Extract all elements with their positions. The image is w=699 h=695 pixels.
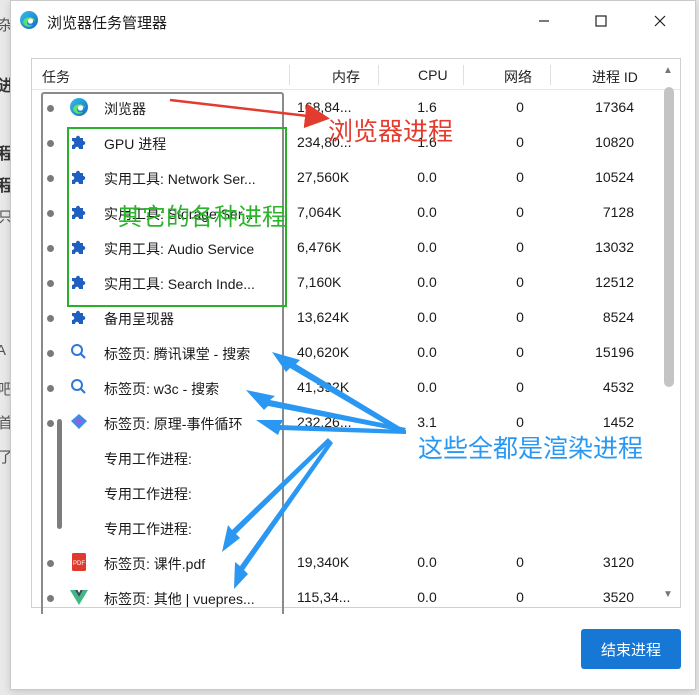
row-network: 0 <box>516 309 524 325</box>
row-cpu: 0.0 <box>417 344 437 360</box>
bg-fragment: A <box>0 342 7 359</box>
row-memory: 40,620K <box>297 344 350 360</box>
row-pid: 7128 <box>602 204 634 220</box>
scroll-down-icon[interactable]: ▼ <box>663 589 673 600</box>
row-pid: 12512 <box>595 274 634 290</box>
row-pid: 10524 <box>595 169 634 185</box>
row-cpu: 0.0 <box>417 589 437 605</box>
row-network: 0 <box>516 239 524 255</box>
row-network: 0 <box>516 344 524 360</box>
row-network: 0 <box>516 274 524 290</box>
row-cpu: 0.0 <box>417 554 437 570</box>
row-pid: 13032 <box>595 239 634 255</box>
row-network: 0 <box>516 554 524 570</box>
row-memory: 41,392K <box>297 379 350 395</box>
row-cpu: 0.0 <box>417 239 437 255</box>
row-network: 0 <box>516 204 524 220</box>
row-network: 0 <box>516 589 524 605</box>
row-pid: 1452 <box>602 414 634 430</box>
title-bar[interactable]: 浏览器任务管理器 <box>11 1 695 41</box>
minimize-button[interactable] <box>529 9 559 33</box>
end-process-button[interactable]: 结束进程 <box>581 629 681 669</box>
row-memory: 27,560K <box>297 169 350 185</box>
column-header-memory[interactable]: 内存 <box>332 67 360 87</box>
row-network: 0 <box>516 414 524 430</box>
row-memory: 232,26... <box>297 414 352 430</box>
annotation-render-processes: 这些全都是渲染进程 <box>418 435 644 463</box>
row-memory: 115,34... <box>297 589 351 605</box>
row-pid: 3120 <box>602 554 634 570</box>
column-divider[interactable] <box>463 65 464 85</box>
column-header-task[interactable]: 任务 <box>42 67 70 87</box>
annotation-other-processes: 其它的各种进程 <box>118 204 286 231</box>
row-cpu: 0.0 <box>417 169 437 185</box>
annotation-browser-process: 浏览器进程 <box>328 118 454 146</box>
row-pid: 10820 <box>595 134 634 150</box>
row-memory: 7,064K <box>297 204 342 220</box>
row-memory: 19,340K <box>297 554 350 570</box>
column-header-pid[interactable]: 进程 ID <box>592 67 638 87</box>
vertical-scrollbar[interactable]: ▲ ▼ <box>659 59 679 607</box>
row-pid: 8524 <box>602 309 634 325</box>
row-memory: 6,476K <box>297 239 342 255</box>
column-header-network[interactable]: 网络 <box>504 67 532 87</box>
row-cpu: 0.0 <box>417 204 437 220</box>
edge-icon <box>20 11 38 29</box>
row-memory: 7,160K <box>297 274 342 290</box>
row-network: 0 <box>516 134 524 150</box>
row-network: 0 <box>516 99 524 115</box>
row-cpu: 0.0 <box>417 379 437 395</box>
row-network: 0 <box>516 379 524 395</box>
scroll-up-icon[interactable]: ▲ <box>663 65 673 76</box>
row-cpu: 3.1 <box>417 414 437 430</box>
column-divider[interactable] <box>550 65 551 85</box>
row-network: 0 <box>516 169 524 185</box>
maximize-icon <box>595 15 607 27</box>
minimize-icon <box>539 20 549 22</box>
column-divider[interactable] <box>289 65 290 85</box>
row-cpu: 0.0 <box>417 309 437 325</box>
row-cpu: 0.0 <box>417 274 437 290</box>
window-title: 浏览器任务管理器 <box>47 15 168 32</box>
column-divider[interactable] <box>378 65 379 85</box>
close-icon <box>654 15 666 27</box>
row-pid: 4532 <box>602 379 634 395</box>
row-pid: 3520 <box>602 589 634 605</box>
row-memory: 13,624K <box>297 309 350 325</box>
close-button[interactable] <box>645 9 675 33</box>
column-header-cpu[interactable]: CPU <box>418 67 448 83</box>
maximize-button[interactable] <box>586 9 616 33</box>
scroll-thumb[interactable] <box>664 87 674 387</box>
row-pid: 17364 <box>595 99 634 115</box>
table-header: 任务 内存 CPU 网络 进程 ID <box>32 59 680 90</box>
row-pid: 15196 <box>595 344 634 360</box>
